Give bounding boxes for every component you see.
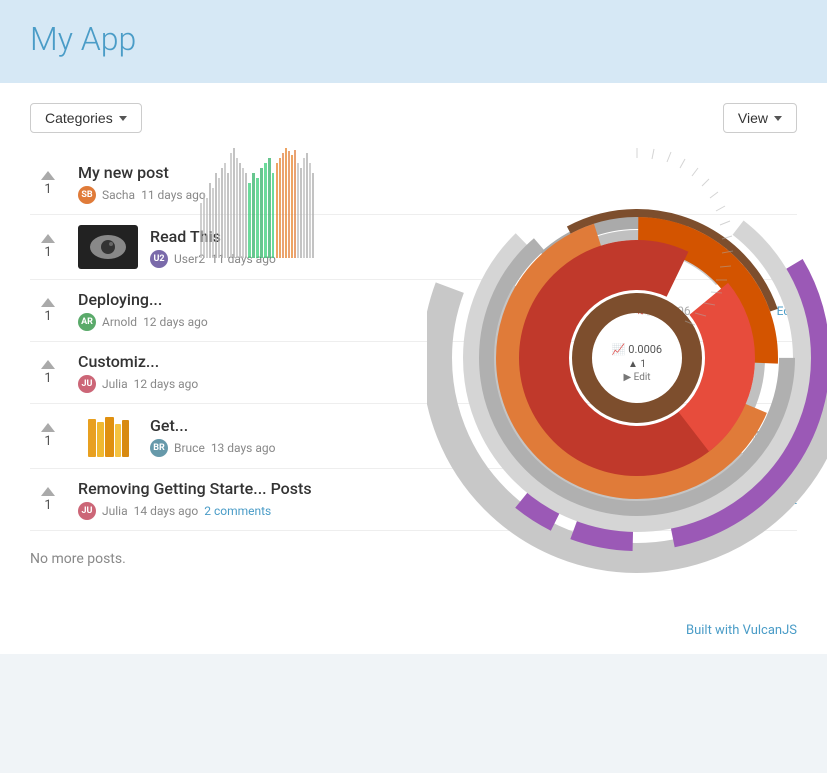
upvote-arrow[interactable] bbox=[41, 423, 55, 432]
eye-icon: 👁 bbox=[751, 304, 766, 318]
upvote-arrow[interactable] bbox=[41, 360, 55, 369]
post-thumbnail bbox=[78, 225, 138, 269]
cursor-icon: ▶ bbox=[732, 493, 741, 507]
vulcanjs-link[interactable]: Built with VulcanJS bbox=[686, 623, 797, 638]
post-meta: JU Julia 14 days ago 2 comments bbox=[78, 502, 624, 520]
trend-up-icon: ▲ 1 bbox=[701, 304, 723, 318]
vote-block: 1 bbox=[30, 423, 66, 449]
upvote-arrow[interactable] bbox=[41, 298, 55, 307]
post-meta: AR Arnold 12 days ago bbox=[78, 313, 624, 331]
post-meta: JU Julia 12 days ago bbox=[78, 375, 797, 393]
post-actions: 📈 0.0006 ▲ 1 ▶ 👁 Edit bbox=[636, 304, 797, 318]
trend-up-icon: ▲ 1 bbox=[701, 493, 723, 507]
post-thumbnail bbox=[78, 414, 138, 458]
vote-count: 1 bbox=[44, 434, 51, 449]
post-time: 12 days ago bbox=[134, 377, 199, 391]
toolbar: Categories View bbox=[30, 103, 797, 133]
post-time: 14 days ago bbox=[134, 504, 199, 518]
post-time: 13 days ago bbox=[211, 441, 276, 455]
footer: Built with VulcanJS bbox=[0, 607, 827, 654]
upvote-arrow[interactable] bbox=[41, 487, 55, 496]
app-title: My App bbox=[30, 20, 797, 58]
post-title[interactable]: Removing Getting Starte... Posts bbox=[78, 479, 624, 498]
avatar: U2 bbox=[150, 250, 168, 268]
post-actions: ▶ 👁 Edit bbox=[732, 429, 797, 443]
vote-block: 1 bbox=[30, 360, 66, 386]
no-more-posts: No more posts. bbox=[30, 531, 797, 587]
vote-block: 1 bbox=[30, 298, 66, 324]
vote-count: 1 bbox=[44, 309, 51, 324]
post-title[interactable]: Get... bbox=[150, 416, 720, 435]
upvote-arrow[interactable] bbox=[41, 171, 55, 180]
vote-block: 1 bbox=[30, 234, 66, 260]
post-time: 11 days ago bbox=[211, 252, 276, 266]
post-meta: BR Bruce 13 days ago bbox=[150, 439, 720, 457]
author-name: Arnold bbox=[102, 315, 137, 329]
chevron-down-icon bbox=[774, 116, 782, 121]
post-info: Customiz... JU Julia 12 days ago bbox=[78, 352, 797, 393]
vote-count: 1 bbox=[44, 182, 51, 197]
post-info: Removing Getting Starte... Posts JU Julia 1… bbox=[78, 479, 624, 520]
vote-count: 1 bbox=[44, 371, 51, 386]
post-info: My new post SB Sacha 11 days ago bbox=[78, 163, 797, 204]
list-item: 1 Get... BR Bruce 13 days ago ▶ 👁 Edit bbox=[30, 404, 797, 469]
cursor-icon: ▶ bbox=[732, 304, 741, 318]
vote-block: 1 bbox=[30, 171, 66, 197]
avatar: BR bbox=[150, 439, 168, 457]
avatar: SB bbox=[78, 186, 96, 204]
post-title[interactable]: My new post bbox=[78, 163, 797, 182]
list-item: 1 My new post SB Sacha 11 days ago bbox=[30, 153, 797, 215]
post-meta: U2 User2 11 days ago bbox=[150, 250, 797, 268]
author-name: Julia bbox=[102, 377, 128, 391]
chevron-down-icon bbox=[119, 116, 127, 121]
author-name: Sacha bbox=[102, 188, 135, 202]
vote-block: 1 bbox=[30, 487, 66, 513]
view-button[interactable]: View bbox=[723, 103, 797, 133]
post-title[interactable]: Read This bbox=[150, 227, 797, 246]
edit-link[interactable]: Edit bbox=[777, 304, 797, 318]
post-info: Get... BR Bruce 13 days ago bbox=[150, 416, 720, 457]
post-time: 12 days ago bbox=[143, 315, 208, 329]
comments-link[interactable]: 2 comments bbox=[204, 504, 271, 518]
main-content: Categories View bbox=[0, 83, 827, 607]
list-item: 1 Deploying... AR Arnold 12 days ago 📈 0.000… bbox=[30, 280, 797, 342]
app-header: My App bbox=[0, 0, 827, 83]
author-name: Julia bbox=[102, 504, 128, 518]
author-name: Bruce bbox=[174, 441, 205, 455]
list-item: 1 Read This U2 User2 11 days ago bbox=[30, 215, 797, 280]
list-item: 1 Removing Getting Starte... Posts JU Juli… bbox=[30, 469, 797, 531]
avatar: AR bbox=[78, 313, 96, 331]
edit-link[interactable]: Edit bbox=[777, 493, 797, 507]
trend-icon: 📈 0.0006 bbox=[636, 304, 691, 318]
post-title[interactable]: Customiz... bbox=[78, 352, 797, 371]
post-info: Read This U2 User2 11 days ago bbox=[150, 227, 797, 268]
trend-icon: 📈 0.0005 bbox=[636, 493, 691, 507]
eye-icon: 👁 bbox=[751, 493, 766, 507]
edit-link[interactable]: Edit bbox=[777, 429, 797, 443]
avatar: JU bbox=[78, 375, 96, 393]
categories-button[interactable]: Categories bbox=[30, 103, 142, 133]
vote-count: 1 bbox=[44, 498, 51, 513]
post-info: Deploying... AR Arnold 12 days ago bbox=[78, 290, 624, 331]
post-meta: SB Sacha 11 days ago bbox=[78, 186, 797, 204]
avatar: JU bbox=[78, 502, 96, 520]
author-name: User2 bbox=[174, 252, 205, 266]
upvote-arrow[interactable] bbox=[41, 234, 55, 243]
post-title[interactable]: Deploying... bbox=[78, 290, 624, 309]
cursor-icon: ▶ bbox=[732, 429, 741, 443]
list-item: 1 Customiz... JU Julia 12 days ago bbox=[30, 342, 797, 404]
post-list: 1 My new post SB Sacha 11 days ago 1 Read T… bbox=[30, 153, 797, 531]
vote-count: 1 bbox=[44, 245, 51, 260]
post-time: 11 days ago bbox=[141, 188, 206, 202]
eye-icon: 👁 bbox=[751, 429, 766, 443]
post-actions: 📈 0.0005 ▲ 1 ▶ 👁 Edit bbox=[636, 493, 797, 507]
